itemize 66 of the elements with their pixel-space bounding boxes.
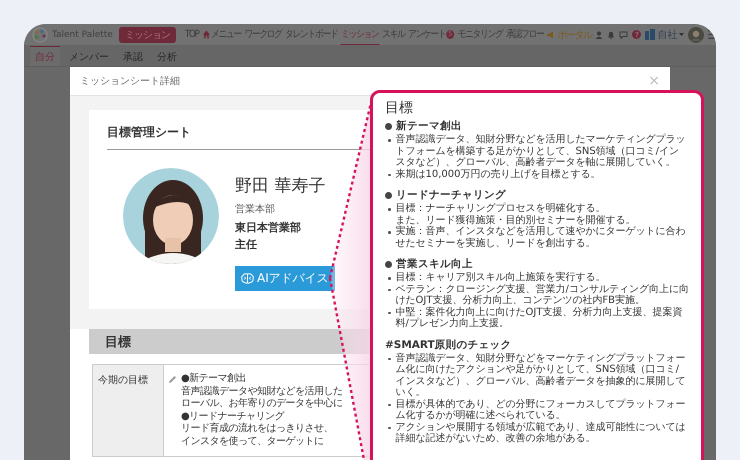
sub-tab[interactable]: 分析: [152, 46, 182, 66]
person-icon[interactable]: [595, 30, 604, 38]
edit-icon[interactable]: [168, 375, 177, 384]
bullet-icon: [385, 122, 392, 130]
portal-link[interactable]: ポータル: [547, 28, 592, 42]
sub-tab[interactable]: 承認: [118, 46, 148, 66]
goal-text-line: 音声認識データや知財などを活用した: [181, 386, 342, 398]
goal-text-line: リード育成の流れをはっきりさせ、: [181, 423, 334, 436]
building-icon: [645, 29, 656, 40]
department-text: 営業本部: [235, 202, 275, 216]
bell-icon[interactable]: [607, 30, 616, 38]
division-text: 東日本営業部: [235, 220, 301, 235]
sub-tab[interactable]: 自分: [30, 46, 60, 66]
goal-text-line: ●リードナーチャリング: [181, 410, 286, 422]
dialog-title: ミッションシート詳細: [80, 74, 180, 88]
bullet-icon: [388, 404, 390, 406]
sub-tab[interactable]: メンバー: [64, 46, 114, 66]
nav-tab[interactable]: ミッション: [340, 24, 380, 45]
advice-text: アクションや展開する領域が広範であり、達成可能性については詳細な記述がないため、改善の余地がある。: [396, 422, 686, 444]
brain-icon: [241, 273, 254, 284]
bullet-icon: [385, 192, 392, 198]
person-name: 野田 華寿子: [235, 175, 326, 197]
bullet-icon: [388, 288, 390, 291]
bullet-icon: [388, 139, 390, 142]
row-label: 今期の目標: [98, 375, 148, 386]
advice-text: 目標：キャリア別スキル向上施策を実行する。: [396, 272, 606, 284]
bullet-icon: [388, 277, 390, 280]
advice-text: 来期は10,000万円の売り上げを目標とする。: [396, 168, 600, 180]
chat-icon[interactable]: [619, 30, 628, 38]
bullet-icon: [388, 312, 390, 314]
home-icon: [202, 30, 210, 38]
goal-text-line: ●新テーマ創出: [181, 373, 248, 386]
mission-button[interactable]: ミッション: [118, 26, 176, 42]
nav-tab[interactable]: TOP: [184, 24, 200, 45]
nav-tab[interactable]: メニュー: [201, 24, 242, 45]
company-switcher[interactable]: 自社: [645, 28, 684, 42]
nav-tab[interactable]: ワークログ: [243, 24, 282, 45]
bullet-icon: [385, 260, 392, 268]
bullet-icon: [388, 208, 390, 210]
advice-text: また、リード獲得施策・目的別セミナーを開催する。: [396, 214, 636, 226]
bullet-icon: [388, 174, 390, 176]
position-text: 主任: [235, 237, 257, 252]
caret-icon: [679, 33, 684, 36]
nav-tab[interactable]: スキル: [380, 24, 406, 45]
bullet-icon: [388, 426, 390, 429]
bullet-icon: [388, 231, 390, 234]
advice-text: ベテラン：クロージング支援、営業力/コンサルティング向上に向けたOJT支援、分析力向上、コンテンツの社内FB実施。: [396, 284, 689, 306]
topic-heading: リードナーチャリング: [396, 188, 506, 202]
nav-tab[interactable]: タレントボード: [284, 24, 338, 45]
bullet-icon: [388, 358, 390, 360]
palette-logo-icon: [32, 26, 48, 42]
advice-text: 音声認識データ、知財分野などをマーケティングプラットフォーム化に向けたアクションや足がかりとして、SNS領域（口コミ/インスタなど）、グローバル、高齢者データを抽象的に展開していく。: [396, 352, 686, 398]
nav-tab[interactable]: モニタリング: [456, 24, 504, 45]
advice-text: 中堅：案件化力向上に向けたOJT支援、分析力向上支援、提案資料/プレゼン力向上支援。: [396, 306, 684, 330]
advice-text: 目標：ナーチャリングプロセスを明確化する。: [396, 203, 606, 214]
advice-text: 実施：音声、インスタなどを活用して速やかにターゲットに合わせたセミナーを実施し、リードを創出する。: [396, 226, 686, 249]
nav-tab[interactable]: 承認フロー: [505, 24, 544, 45]
advice-text: 目標が具体的であり、どの分野にフォーカスしてプラットフォーム化するかが明確に述べられている。: [396, 398, 686, 422]
section-title: 目標: [105, 334, 131, 350]
ai-advice-button[interactable]: AIアドバイス: [235, 266, 335, 291]
goal-text-line: ローバル、お年寄りのデータを中心に: [181, 398, 342, 410]
panel-title: 目標: [385, 99, 414, 117]
topic-heading: #SMART原則のチェック: [385, 338, 512, 352]
topic-heading: 営業スキル向上: [396, 257, 473, 271]
close-button[interactable]: ×: [648, 73, 660, 89]
goal-text-line: インスタを使って、ターゲットに: [181, 436, 324, 448]
